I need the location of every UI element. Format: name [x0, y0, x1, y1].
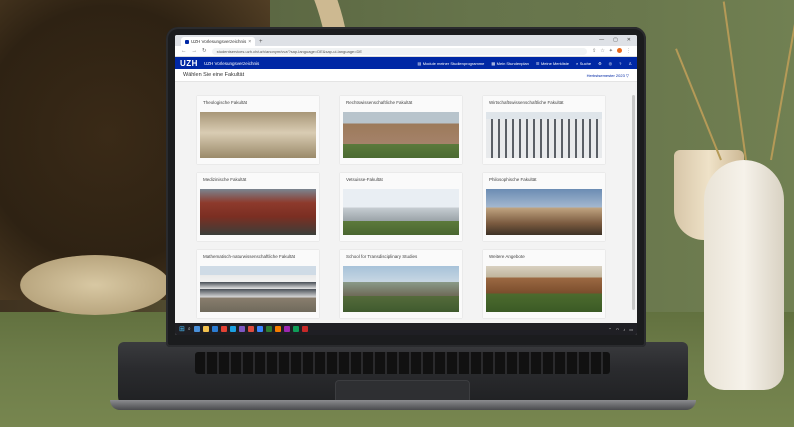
cork-pad: [20, 255, 170, 315]
browser-tab[interactable]: UZH Vorlesungsverzeichnis ×: [181, 37, 255, 46]
taskbar-app-icon[interactable]: [247, 326, 254, 332]
faculty-label: Rechtswissenschaftliche Fakultät: [346, 100, 413, 105]
list-icon: ☰: [535, 60, 540, 66]
faculty-card-vetsuisse[interactable]: Vetsuisse-Fakultät: [340, 173, 462, 241]
menu-dots-icon[interactable]: ⋮: [626, 48, 631, 54]
faculty-photo: [200, 189, 316, 235]
plant-stem: [675, 48, 722, 161]
page-subheader: Wählen Sie eine Fakultät Herbstsemester …: [175, 69, 637, 82]
nav-search[interactable]: ⌕ Suche: [576, 61, 591, 66]
faculty-card-philosophy[interactable]: Philosophische Fakultät: [483, 173, 605, 241]
taskbar-search-icon[interactable]: ⌕: [188, 326, 191, 332]
maximize-icon[interactable]: ▢: [613, 37, 618, 43]
site-title: UZH Vorlesungsverzeichnis: [203, 60, 260, 66]
share-icon[interactable]: ⇪: [592, 48, 596, 54]
uzh-logo[interactable]: UZH: [180, 59, 198, 68]
taskbar-app-icon[interactable]: [256, 326, 263, 332]
address-bar[interactable]: studentservices.uzh.ch/uzh/anonym/vvz/?s…: [211, 47, 588, 55]
uzh-favicon-icon: [185, 39, 189, 44]
faculty-label: Theologische Fakultät: [203, 100, 248, 105]
faculty-card-law[interactable]: Rechtswissenschaftliche Fakultät: [340, 96, 462, 164]
chevron-up-icon[interactable]: ⌃: [608, 327, 611, 332]
settings-icon[interactable]: ⚙: [598, 61, 602, 66]
language-icon[interactable]: ◎: [609, 61, 613, 66]
site-header: UZH UZH Vorlesungsverzeichnis ▤ Module me…: [175, 57, 637, 69]
help-icon[interactable]: ?: [619, 61, 621, 66]
taskbar-app-icon[interactable]: [229, 326, 236, 332]
nav-watchlist[interactable]: ☰ Meine Merkliste: [536, 61, 569, 66]
laptop-keyboard: [195, 352, 610, 374]
windows-start-icon[interactable]: ⊞: [179, 325, 185, 333]
faculty-card-transdisciplinary[interactable]: School for Transdisciplinary Studies: [340, 250, 462, 318]
faculty-card-science[interactable]: Mathematisch-naturwissenschaftliche Faku…: [197, 250, 319, 318]
faculty-photo: [486, 112, 602, 158]
calendar-icon: ▦: [491, 60, 496, 66]
forward-arrow-icon[interactable]: →: [192, 48, 198, 54]
faculty-photo: [343, 112, 459, 158]
nav-timetable[interactable]: ▦ Mein Stundenplan: [491, 61, 529, 66]
faculty-label: Philosophische Fakultät: [489, 177, 537, 182]
notification-icon[interactable]: ▭: [629, 327, 633, 332]
taskbar-app-icon[interactable]: [211, 326, 218, 332]
search-icon: ⌕: [575, 60, 579, 66]
faculty-photo: [486, 189, 602, 235]
faculty-photo: [200, 112, 316, 158]
close-tab-icon[interactable]: ×: [248, 39, 251, 45]
nav-modules[interactable]: ▤ Module meiner Studienprogramme: [417, 61, 484, 66]
taskbar-app-icon[interactable]: [220, 326, 227, 332]
reload-icon[interactable]: ↻: [202, 48, 207, 54]
faculty-photo: [486, 266, 602, 312]
taskbar-app-icon[interactable]: [274, 326, 281, 332]
taskbar-app-icon[interactable]: [193, 326, 200, 332]
faculty-label: Vetsuisse-Fakultät: [346, 177, 383, 182]
white-vase: [704, 160, 784, 390]
faculty-card-economics[interactable]: Wirtschaftswissenschaftliche Fakultät: [483, 96, 605, 164]
browser-tabbar: UZH Vorlesungsverzeichnis × + — ▢ ✕: [175, 35, 637, 46]
faculty-card-medicine[interactable]: Medizinische Fakultät: [197, 173, 319, 241]
page-scrollbar[interactable]: [632, 95, 635, 310]
faculty-label: Mathematisch-naturwissenschaftliche Faku…: [203, 254, 296, 259]
profile-avatar-icon[interactable]: [617, 48, 622, 53]
new-tab-button[interactable]: +: [255, 39, 267, 46]
taskbar-app-icon[interactable]: [301, 326, 308, 332]
tab-title: UZH Vorlesungsverzeichnis: [191, 39, 247, 44]
faculty-grid: Theologische Fakultät Rechtswissenschaft…: [197, 96, 617, 318]
faculty-label: Wirtschaftswissenschaftliche Fakultät: [489, 100, 564, 105]
browser-extensions: ⇪ ☆ ✦ ⋮: [592, 48, 631, 54]
faculty-card-theology[interactable]: Theologische Fakultät: [197, 96, 319, 164]
browser-toolbar: ← → ↻ studentservices.uzh.ch/uzh/anonym/…: [175, 46, 637, 57]
faculty-label: Weitere Angebote: [489, 254, 525, 259]
taskbar-app-icon[interactable]: [238, 326, 245, 332]
puzzle-icon[interactable]: ✦: [609, 48, 613, 54]
photo-background: UZH Vorlesungsverzeichnis × + — ▢ ✕ ← → …: [0, 0, 794, 427]
window-controls: — ▢ ✕: [593, 37, 637, 45]
plant-stem: [722, 1, 747, 161]
faculty-label: School for Transdisciplinary Studies: [346, 254, 418, 259]
user-icon[interactable]: ♙: [628, 61, 632, 66]
faculty-card-other[interactable]: Weitere Angebote: [483, 250, 605, 318]
header-nav: ▤ Module meiner Studienprogramme ▦ Mein St…: [417, 61, 632, 66]
taskbar-app-icon[interactable]: [283, 326, 290, 332]
star-icon[interactable]: ☆: [600, 48, 604, 54]
faculty-label: Medizinische Fakultät: [203, 177, 247, 182]
folder-icon[interactable]: [202, 326, 209, 332]
volume-icon[interactable]: ♪: [623, 327, 625, 332]
laptop-edge: [110, 400, 696, 410]
plant-stem: [770, 12, 794, 161]
system-tray: ⌃ ◠ ♪ ▭: [608, 327, 633, 332]
wifi-icon[interactable]: ◠: [616, 327, 620, 332]
back-arrow-icon[interactable]: ←: [181, 48, 187, 54]
os-taskbar: ⊞ ⌕ ⌃ ◠ ♪ ▭: [175, 323, 637, 335]
minimize-icon[interactable]: —: [599, 37, 604, 43]
taskbar-app-icon[interactable]: [265, 326, 272, 332]
faculty-photo: [343, 189, 459, 235]
semester-select[interactable]: Herbstsemester 2023 ▽: [587, 73, 629, 78]
faculty-photo: [200, 266, 316, 312]
page-title: Wählen Sie eine Fakultät: [183, 72, 245, 78]
close-window-icon[interactable]: ✕: [627, 37, 631, 43]
book-icon: ▤: [417, 60, 422, 66]
taskbar-app-icon[interactable]: [292, 326, 299, 332]
faculty-photo: [343, 266, 459, 312]
laptop-screen: UZH Vorlesungsverzeichnis × + — ▢ ✕ ← → …: [175, 35, 637, 335]
